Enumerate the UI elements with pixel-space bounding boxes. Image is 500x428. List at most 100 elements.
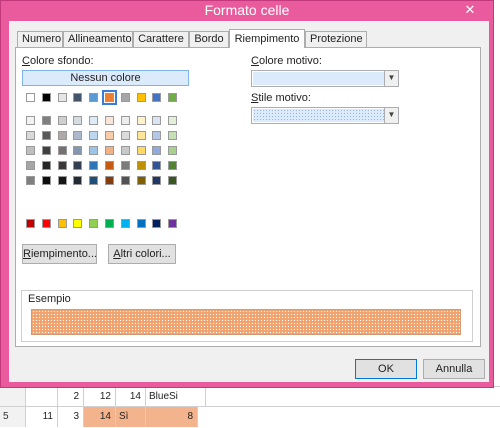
color-swatch-tint[interactable]: [41, 116, 51, 125]
color-swatch-theme[interactable]: [102, 90, 117, 105]
color-swatch-tint[interactable]: [136, 161, 146, 170]
chevron-down-icon[interactable]: ▼: [384, 71, 398, 86]
tab-carattere[interactable]: Carattere: [133, 31, 189, 47]
tab-numero[interactable]: Numero: [17, 31, 63, 47]
color-swatch-tint[interactable]: [26, 161, 35, 170]
color-swatch-tint[interactable]: [168, 176, 178, 185]
color-swatch-tint[interactable]: [168, 161, 178, 170]
close-icon[interactable]: ✕: [455, 2, 485, 19]
color-swatch-tint[interactable]: [73, 161, 83, 170]
color-swatch-tint[interactable]: [105, 176, 114, 185]
sheet-cell[interactable]: BlueSi: [146, 387, 206, 407]
color-swatch-tint[interactable]: [73, 131, 83, 140]
color-swatch-standard[interactable]: [168, 219, 178, 228]
color-swatch-tint[interactable]: [41, 146, 51, 155]
color-swatch-tint[interactable]: [89, 161, 99, 170]
color-swatch-tint[interactable]: [26, 146, 35, 155]
color-swatch-tint[interactable]: [57, 146, 67, 155]
color-swatch-tint[interactable]: [105, 116, 114, 125]
color-swatch-tint[interactable]: [41, 131, 51, 140]
row-header[interactable]: 5: [0, 407, 26, 427]
tab-protezione[interactable]: Protezione: [305, 31, 367, 47]
color-swatch-tint[interactable]: [57, 116, 67, 125]
color-swatch-tint[interactable]: [168, 116, 178, 125]
color-swatch-tint[interactable]: [26, 116, 35, 125]
color-swatch-standard[interactable]: [136, 219, 146, 228]
color-swatch-tint[interactable]: [136, 176, 146, 185]
pattern-color-dropdown[interactable]: ▼: [251, 70, 399, 87]
color-swatch-standard[interactable]: [120, 219, 130, 228]
color-swatch-tint[interactable]: [26, 176, 35, 185]
sheet-cell[interactable]: 12: [84, 387, 116, 407]
color-swatch-tint[interactable]: [57, 131, 67, 140]
color-swatch-standard[interactable]: [105, 219, 114, 228]
title-bar[interactable]: Formato celle ✕: [1, 1, 493, 21]
row-header[interactable]: [0, 387, 26, 407]
color-swatch-tint[interactable]: [89, 131, 99, 140]
color-swatch-theme[interactable]: [73, 93, 83, 102]
sheet-cell[interactable]: 2: [58, 387, 84, 407]
sheet-cell[interactable]: 14: [116, 387, 146, 407]
color-swatch-tint[interactable]: [105, 146, 114, 155]
color-swatch-tint[interactable]: [41, 161, 51, 170]
cancel-button[interactable]: Annulla: [423, 359, 485, 379]
color-swatch-tint[interactable]: [120, 176, 130, 185]
sheet-cell[interactable]: 14: [84, 407, 116, 427]
tab-riempimento[interactable]: Riempimento: [229, 29, 305, 48]
format-cells-dialog: Formato celle ✕ Numero Allineamento Cara…: [0, 0, 494, 388]
color-swatch-theme[interactable]: [120, 93, 130, 102]
color-swatch-tint[interactable]: [73, 176, 83, 185]
sheet-cell[interactable]: 3: [58, 407, 84, 427]
pattern-style-dropdown[interactable]: ▼: [251, 107, 399, 124]
more-colors-button[interactable]: Altri colori...: [108, 244, 176, 264]
color-swatch-tint[interactable]: [120, 131, 130, 140]
color-swatch-theme[interactable]: [57, 93, 67, 102]
color-swatch-tint[interactable]: [105, 131, 114, 140]
color-swatch-standard[interactable]: [152, 219, 162, 228]
sheet-cell[interactable]: [26, 387, 58, 407]
sheet-cell[interactable]: 8: [146, 407, 198, 427]
color-swatch-tint[interactable]: [152, 161, 162, 170]
dialog-title: Formato celle: [204, 2, 290, 18]
chevron-down-icon[interactable]: ▼: [384, 108, 398, 123]
ok-button[interactable]: OK: [355, 359, 417, 379]
tab-allineamento[interactable]: Allineamento: [63, 31, 133, 47]
color-swatch-tint[interactable]: [73, 146, 83, 155]
color-swatch-theme[interactable]: [89, 93, 99, 102]
color-swatch-tint[interactable]: [168, 131, 178, 140]
color-swatch-tint[interactable]: [168, 146, 178, 155]
color-swatch-tint[interactable]: [152, 146, 162, 155]
color-swatch-tint[interactable]: [73, 116, 83, 125]
color-swatch-tint[interactable]: [152, 116, 162, 125]
color-swatch-theme[interactable]: [41, 93, 51, 102]
color-swatch-theme[interactable]: [168, 93, 178, 102]
color-swatch-tint[interactable]: [26, 131, 35, 140]
color-swatch-tint[interactable]: [152, 131, 162, 140]
sheet-cell[interactable]: 11: [26, 407, 58, 427]
color-swatch-theme[interactable]: [152, 93, 162, 102]
color-swatch-tint[interactable]: [41, 176, 51, 185]
color-swatch-theme[interactable]: [136, 93, 146, 102]
color-swatch-tint[interactable]: [120, 116, 130, 125]
color-swatch-theme[interactable]: [26, 93, 35, 102]
color-swatch-tint[interactable]: [120, 146, 130, 155]
color-swatch-standard[interactable]: [57, 219, 67, 228]
color-swatch-standard[interactable]: [89, 219, 99, 228]
sheet-cell[interactable]: Sì: [116, 407, 146, 427]
color-swatch-tint[interactable]: [120, 161, 130, 170]
tab-bordo[interactable]: Bordo: [189, 31, 229, 47]
fill-effects-button[interactable]: Riempimento...: [22, 244, 97, 264]
color-swatch-tint[interactable]: [136, 116, 146, 125]
color-swatch-tint[interactable]: [89, 146, 99, 155]
color-swatch-tint[interactable]: [136, 131, 146, 140]
color-swatch-standard[interactable]: [41, 219, 51, 228]
color-swatch-tint[interactable]: [105, 161, 114, 170]
color-swatch-tint[interactable]: [89, 176, 99, 185]
color-swatch-standard[interactable]: [26, 219, 35, 228]
color-swatch-tint[interactable]: [136, 146, 146, 155]
color-swatch-tint[interactable]: [57, 161, 67, 170]
color-swatch-tint[interactable]: [57, 176, 67, 185]
color-swatch-standard[interactable]: [73, 219, 83, 228]
color-swatch-tint[interactable]: [152, 176, 162, 185]
color-swatch-tint[interactable]: [89, 116, 99, 125]
